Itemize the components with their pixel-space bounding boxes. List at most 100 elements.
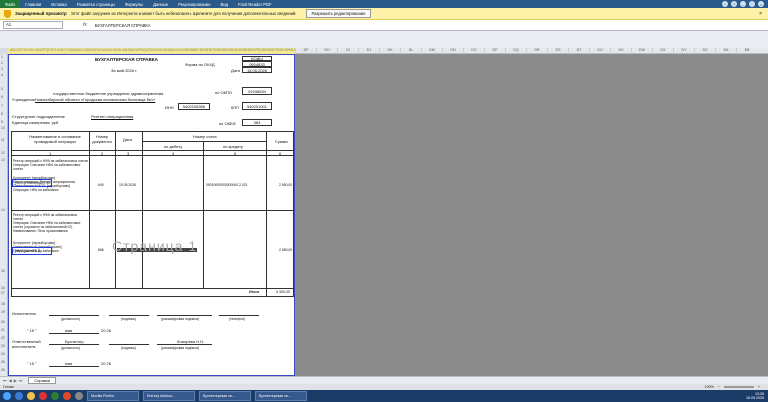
prev-sheet-icon[interactable]: ◀	[9, 378, 12, 383]
date-day-2[interactable]: " 15 "	[27, 361, 37, 366]
responsible-label-2: исполнитель	[12, 344, 36, 349]
sheet-tab-spravka[interactable]: Справка	[28, 377, 57, 384]
date-year-2[interactable]: 20 26	[101, 361, 111, 366]
name-box[interactable]: A1	[3, 21, 63, 29]
status-ready: Готово	[3, 385, 15, 389]
tab-insert[interactable]: Вставка	[46, 2, 72, 7]
zoom-in-icon[interactable]: +	[758, 385, 760, 389]
org-line-2[interactable]: Новосибирской области «Городская клиниче…	[35, 97, 155, 102]
row2-doc-num[interactable]: 666	[98, 248, 104, 252]
row1-name-tag[interactable]: [ФИО] Платонова Е.Ю.	[15, 181, 51, 185]
row-header[interactable]: 15	[1, 269, 5, 273]
tab-view[interactable]: Вид	[216, 2, 234, 7]
row-header[interactable]: 14	[1, 208, 5, 212]
row-header[interactable]: 5	[1, 87, 3, 91]
task-spravka-2[interactable]: Бухгалтерская сп...	[255, 391, 307, 401]
row1-credit[interactable]: 09010000000000000.2.021	[206, 183, 247, 187]
restore-icon[interactable]: ▫	[749, 1, 755, 7]
table-row[interactable]: Реестр операций с НФА на забалансовых сч…	[13, 159, 88, 192]
row-header[interactable]: 18	[1, 302, 5, 306]
row2-name-tag[interactable]: [ФИО] Шевч Б.Д.	[15, 249, 41, 253]
protected-view-message[interactable]: Этот файл загружен из Интернета и может …	[71, 11, 297, 16]
zoom-out-icon[interactable]: −	[718, 385, 720, 389]
tab-data[interactable]: Данные	[148, 2, 173, 7]
ie-icon[interactable]	[15, 392, 23, 400]
period-line[interactable]: За май 2026 г.	[111, 68, 137, 73]
close-bar-icon[interactable]: ×	[759, 11, 762, 17]
col-index: 1	[49, 151, 52, 156]
row1-sum[interactable]: 2 650,00	[279, 183, 292, 187]
row-header[interactable]: 9	[1, 120, 3, 124]
row-header[interactable]: 13	[1, 158, 5, 162]
sig-position-caption: (должность)	[61, 346, 81, 350]
total-value[interactable]: 5 300,00	[276, 290, 290, 294]
yandex-icon[interactable]	[39, 392, 47, 400]
task-spravka-1[interactable]: Бухгалтерская сп...	[199, 391, 251, 401]
first-sheet-icon[interactable]: ⏮	[3, 378, 7, 383]
inn-cell[interactable]: 5402108356	[178, 103, 210, 110]
tab-review[interactable]: Рецензирование	[173, 2, 215, 7]
row-header[interactable]: 6	[1, 95, 3, 99]
signature-line	[157, 315, 212, 316]
excel-taskbar-icon[interactable]	[51, 392, 59, 400]
zoom-level[interactable]: 100%	[705, 385, 714, 389]
next-sheet-icon[interactable]: ▶	[14, 378, 17, 383]
settings-icon[interactable]	[75, 392, 83, 400]
row-header[interactable]: 20	[1, 320, 5, 324]
row-header[interactable]: 22	[1, 336, 5, 340]
excel-window: Файл Главная Вставка Разметка страницы Ф…	[0, 0, 768, 402]
row-header[interactable]: 8	[1, 112, 3, 116]
row-header[interactable]: 10	[1, 126, 5, 130]
row-header[interactable]: 25	[1, 360, 5, 364]
row-header[interactable]: 1	[1, 55, 3, 59]
help-icon[interactable]: ?	[731, 1, 737, 7]
tab-home[interactable]: Главная	[20, 2, 46, 7]
start-button-icon[interactable]	[3, 392, 11, 400]
row-header[interactable]: 19	[1, 310, 5, 314]
row1-doc-num[interactable]: 649	[98, 183, 104, 187]
org-line-1[interactable]: государственное бюджетное учреждение здр…	[53, 91, 163, 96]
doc-title[interactable]: БУХГАЛТЕРСКАЯ СПРАВКА	[95, 57, 158, 62]
row-header[interactable]: 24	[1, 352, 5, 356]
system-clock[interactable]: 13:35 16.05.2026	[746, 392, 768, 400]
row2-sum[interactable]: 2 650,00	[279, 248, 292, 252]
row-header[interactable]: 23	[1, 344, 5, 348]
close-icon[interactable]: ×	[758, 1, 764, 7]
row1-date[interactable]: 15.05.2026	[119, 183, 136, 187]
spreadsheet-page[interactable]: БУХГАЛТЕРСКАЯ СПРАВКА КОДЫ Форма по ОКУД…	[8, 54, 295, 376]
okpo-cell[interactable]: 01936534	[242, 87, 272, 95]
tab-page-layout[interactable]: Разметка страницы	[72, 2, 120, 7]
row-header[interactable]: 4	[1, 73, 3, 77]
date-year-1[interactable]: 20 26	[101, 328, 111, 333]
task-firefox[interactable]: Mozilla Firefox	[87, 391, 139, 401]
okpo-label: по ОКПО	[215, 90, 232, 95]
task-advisor[interactable]: Entrezy Advisor...	[143, 391, 195, 401]
formula-input[interactable]: БУХГАЛТЕРСКАЯ СПРАВКА	[95, 23, 151, 28]
date-cell[interactable]: 15.05.2026	[242, 67, 272, 73]
kpp-cell[interactable]: 540201001	[242, 102, 272, 110]
row-header[interactable]: 21	[1, 328, 5, 332]
row-header[interactable]: 2	[1, 61, 3, 65]
row-header[interactable]: 7	[1, 104, 3, 108]
date-day-1[interactable]: " 15 "	[27, 328, 37, 333]
last-sheet-icon[interactable]: ⏭	[19, 378, 23, 383]
row-text-line: Операция: НФА на забалансе	[13, 188, 59, 192]
row-header[interactable]: 16	[1, 286, 5, 290]
dept-value[interactable]: Рентген операционная	[91, 114, 133, 119]
okei-cell[interactable]: 383	[242, 119, 272, 126]
row-header[interactable]: 26	[1, 368, 5, 372]
tab-file[interactable]: Файл	[0, 0, 21, 8]
enable-editing-button[interactable]: Разрешить редактирование	[306, 9, 371, 18]
row-header[interactable]: 11	[1, 138, 5, 142]
tab-foxit[interactable]: Foxit Reader PDF	[233, 2, 277, 7]
minimize-icon[interactable]: –	[740, 1, 746, 7]
row-header[interactable]: 12	[1, 151, 5, 155]
minimize-ribbon-icon[interactable]: ^	[722, 1, 728, 7]
tab-formulas[interactable]: Формулы	[120, 2, 148, 7]
explorer-icon[interactable]	[27, 392, 35, 400]
fx-icon[interactable]: fx	[83, 22, 87, 28]
row-header[interactable]: 17	[1, 291, 5, 295]
zoom-slider[interactable]	[723, 386, 754, 388]
opera-icon[interactable]	[63, 392, 71, 400]
row-header[interactable]: 3	[1, 67, 3, 71]
